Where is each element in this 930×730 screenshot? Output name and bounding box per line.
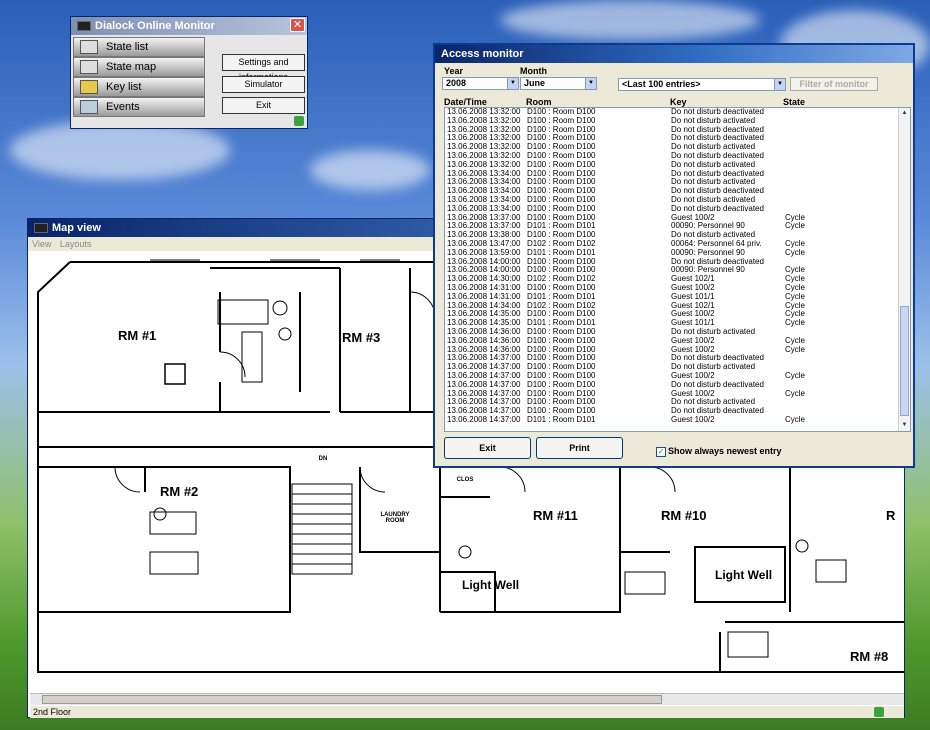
filter-monitor-button[interactable]: Filter of monitor (790, 77, 878, 91)
key-list-icon (80, 80, 98, 94)
events-icon (80, 100, 98, 114)
dialock-title: Dialock Online Monitor (95, 20, 215, 32)
month-label: Month (520, 66, 547, 76)
col-header-room: Room (526, 97, 552, 107)
light-well-label: Light Well (462, 578, 520, 592)
nav-label: Events (106, 101, 140, 113)
chevron-down-icon[interactable]: ▼ (507, 78, 518, 89)
cloud (10, 120, 230, 180)
dialock-monitor-window: Dialock Online Monitor ✕ State list Stat… (70, 16, 308, 129)
room-label-rm3: RM #3 (342, 330, 381, 345)
status-check-icon (874, 707, 884, 717)
app-icon (34, 223, 48, 233)
entries-value: <Last 100 entries> (622, 79, 701, 89)
cloud (310, 150, 430, 190)
log-state: Cycle (785, 388, 806, 398)
log-key: Guest 100/2 (671, 414, 715, 424)
log-room: D101 : Room D101 (527, 414, 596, 424)
app-icon (77, 21, 91, 31)
scroll-down-icon[interactable]: ▼ (900, 421, 909, 430)
settings-button[interactable]: Settings and informations (222, 54, 305, 82)
status-bar: 2nd Floor (30, 706, 904, 718)
cloud (500, 0, 760, 40)
access-log-list[interactable]: 13.06.2008 13:32:00 D100 : Room D100 Do no… (444, 107, 911, 432)
map-view-title: Map view (52, 222, 101, 234)
col-header-state: State (783, 97, 806, 107)
simulator-button[interactable]: Simulator (222, 76, 305, 93)
laundry-room-label: LAUNDRY ROOM (380, 512, 410, 524)
floor-status: 2nd Floor (33, 707, 72, 717)
vertical-scrollbar[interactable]: ▲ ▼ (898, 108, 910, 431)
exit-button[interactable]: Exit (222, 97, 305, 114)
nav-key-list[interactable]: Key list (73, 77, 205, 97)
stairs-down-label: DN (318, 456, 328, 462)
entries-select[interactable]: <Last 100 entries> ▼ (618, 78, 786, 91)
scroll-up-icon[interactable]: ▲ (900, 109, 909, 118)
light-well-label: Light Well (715, 568, 773, 582)
room-label-rm11: RM #11 (533, 508, 578, 523)
room-label-rm2: RM #2 (160, 484, 199, 499)
room-label-rm8: RM #8 (850, 649, 889, 664)
year-label: Year (444, 66, 464, 76)
nav-label: State list (106, 41, 149, 53)
access-title: Access monitor (441, 48, 524, 60)
horizontal-scrollbar[interactable] (30, 693, 904, 705)
nav-state-map[interactable]: State map (73, 57, 205, 77)
year-value: 2008 (446, 78, 467, 88)
access-titlebar[interactable]: Access monitor (435, 45, 913, 63)
exit-button[interactable]: Exit (444, 437, 531, 459)
table-row[interactable]: 13.06.2008 14:37:00 D101 : Room D101 Guest… (445, 414, 910, 425)
nav-label: Key list (106, 81, 142, 93)
log-rows: 13.06.2008 13:32:00 D100 : Room D100 Do no… (445, 108, 910, 425)
month-select[interactable]: June ▼ (520, 77, 597, 90)
nav-events[interactable]: Events (73, 97, 205, 117)
col-header-datetime: Date/Time (444, 97, 487, 107)
state-list-icon (80, 40, 98, 54)
log-state: Cycle (785, 318, 806, 328)
log-datetime: 13.06.2008 14:37:00 (447, 414, 521, 424)
log-state: Cycle (785, 370, 806, 380)
room-label-rm1: RM #1 (118, 328, 157, 343)
scroll-thumb[interactable] (42, 695, 662, 704)
room-label-rm10: RM #10 (661, 508, 707, 523)
closet-label: CLOS (456, 477, 474, 483)
scroll-thumb[interactable] (900, 306, 909, 416)
access-monitor-window: Access monitor Year Month 2008 ▼ June ▼ … (433, 43, 915, 468)
menu-layouts[interactable]: Layouts (60, 239, 92, 249)
log-state: Cycle (785, 221, 806, 231)
print-button[interactable]: Print (536, 437, 623, 459)
nav-label: State map (106, 61, 157, 73)
show-newest-checkbox[interactable]: ✓ (656, 447, 666, 457)
room-label-partial: R (886, 508, 896, 523)
chevron-down-icon[interactable]: ▼ (585, 78, 596, 89)
state-map-icon (80, 60, 98, 74)
log-state: Cycle (785, 414, 806, 424)
show-newest-label: Show always newest entry (668, 446, 782, 456)
menu-view[interactable]: View (32, 239, 51, 249)
status-check-icon (294, 116, 304, 126)
close-icon[interactable]: ✕ (290, 18, 305, 32)
log-state: Cycle (785, 247, 806, 257)
year-select[interactable]: 2008 ▼ (442, 77, 519, 90)
chevron-down-icon[interactable]: ▼ (774, 79, 785, 90)
col-header-key: Key (670, 97, 687, 107)
nav-state-list[interactable]: State list (73, 37, 205, 57)
month-value: June (524, 78, 546, 88)
log-state: Cycle (785, 344, 806, 354)
dialock-titlebar[interactable]: Dialock Online Monitor (71, 17, 307, 35)
